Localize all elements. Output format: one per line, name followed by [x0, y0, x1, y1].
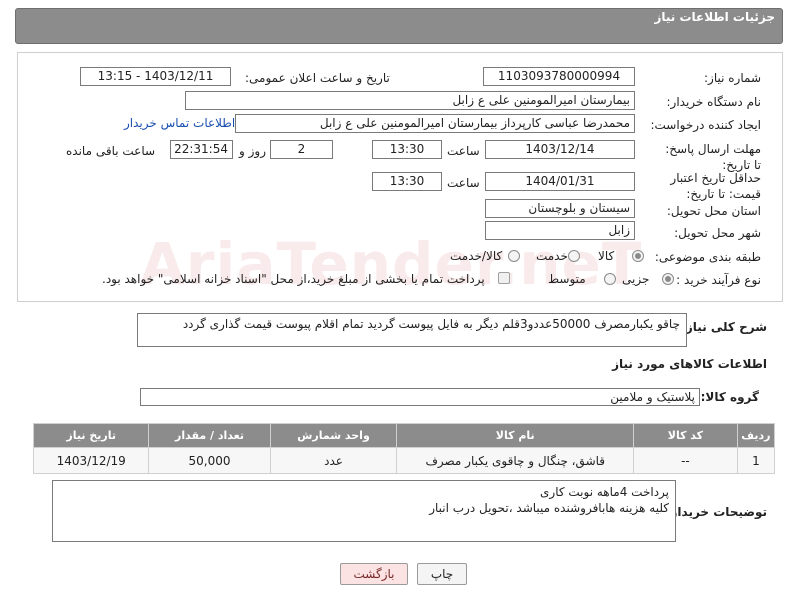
items-table: ردیف کد کالا نام کالا واحد شمارش تعداد /… [32, 423, 776, 474]
print-button[interactable]: چاپ [417, 563, 467, 585]
col-row: ردیف [736, 423, 776, 448]
category-both-radio[interactable] [508, 250, 520, 262]
cell-qty: 50,000 [148, 447, 271, 474]
page-title: جزئیات اطلاعات نیاز [654, 10, 775, 24]
buyer-notes-line-2: کلیه هزینه هابافروشنده میباشد ،تحویل درب… [429, 501, 669, 515]
remaining-label: ساعت باقی مانده [66, 144, 156, 158]
treasury-payment-note: پرداخت تمام یا بخشی از مبلغ خرید،از محل … [102, 272, 485, 286]
treasury-payment-checkbox[interactable] [498, 272, 510, 284]
city-label: شهر محل تحویل: [674, 226, 761, 240]
buyer-notes-line-1: پرداخت 4ماهه نوبت کاری [540, 485, 669, 499]
cell-code: -- [633, 447, 738, 474]
need-number-field: 1103093780000994 [483, 67, 635, 86]
contact-info-link[interactable]: اطلاعات تماس خریدار [124, 116, 235, 130]
creator-label: ایجاد کننده درخواست: [650, 118, 761, 132]
col-qty: تعداد / مقدار [148, 423, 271, 448]
goods-group-field: پلاستیک و ملامین [140, 388, 700, 406]
category-goods-radio[interactable] [632, 250, 644, 262]
process-minor-label: جزیی [622, 272, 650, 286]
col-code: کد کالا [633, 423, 738, 448]
validity-time-field: 13:30 [372, 172, 442, 191]
creator-field: محمدرضا عباسی کارپرداز بیمارستان امیرالم… [235, 114, 635, 133]
process-minor-radio[interactable] [662, 273, 674, 285]
category-service-label: خدمت [536, 249, 568, 263]
validity-label: حداقل تاریخ اعتبار قیمت: تا تاریخ: [670, 171, 761, 201]
deadline-date-field: 1403/12/14 [485, 140, 635, 159]
goods-info-title: اطلاعات کالاهای مورد نیاز [612, 357, 767, 371]
city-field: زابل [485, 221, 635, 240]
category-label: طبقه بندی موضوعی: [654, 250, 761, 264]
province-field: سیستان و بلوچستان [485, 199, 635, 218]
cell-name: قاشق، چنگال و چاقوی یکبار مصرف [396, 447, 634, 474]
announce-field: 1403/12/11 - 13:15 [80, 67, 231, 86]
process-label: نوع فرآیند خرید : [676, 273, 761, 287]
description-label: شرح کلی نیاز: [681, 320, 767, 334]
process-medium-radio[interactable] [604, 273, 616, 285]
deadline-time-field: 13:30 [372, 140, 442, 159]
table-header-row: ردیف کد کالا نام کالا واحد شمارش تعداد /… [32, 423, 776, 448]
table-row[interactable]: 1 -- قاشق، چنگال و چاقوی یکبار مصرف عدد … [32, 447, 776, 474]
goods-group-label: گروه کالا: [700, 390, 759, 404]
col-date: تاریخ نیاز [32, 423, 150, 448]
need-number-label: شماره نیاز: [704, 71, 761, 85]
col-name: نام کالا [396, 423, 634, 448]
remaining-time-field: 22:31:54 [170, 140, 233, 159]
process-medium-label: متوسط [548, 272, 586, 286]
validity-date-field: 1404/01/31 [485, 172, 635, 191]
category-goods-label: کالا [598, 249, 615, 263]
days-label: روز و [239, 144, 266, 158]
col-unit: واحد شمارش [269, 423, 398, 448]
validity-time-label: ساعت [447, 176, 480, 190]
cell-date: 1403/12/19 [32, 447, 150, 474]
days-field: 2 [270, 140, 333, 159]
announce-label: تاریخ و ساعت اعلان عمومی: [245, 71, 390, 85]
buyer-notes-label: توضیحات خریدار: [665, 505, 767, 519]
deadline-label: مهلت ارسال پاسخ: تا تاریخ: [665, 142, 761, 172]
buyer-org-field: بیمارستان امیرالمومنین علی ع زابل [185, 91, 635, 110]
watermark-logo: AriaTender.neT [140, 230, 643, 298]
cell-row: 1 [736, 447, 776, 474]
province-label: استان محل تحویل: [666, 204, 761, 218]
buyer-org-label: نام دستگاه خریدار: [666, 95, 762, 109]
category-service-radio[interactable] [568, 250, 580, 262]
cell-unit: عدد [269, 447, 398, 474]
buyer-notes-textarea[interactable]: پرداخت 4ماهه نوبت کاری کلیه هزینه هابافر… [52, 480, 676, 542]
description-textarea[interactable]: چاقو یکبارمصرف 50000عددو3قلم دیگر به فای… [137, 313, 687, 347]
deadline-time-label: ساعت [447, 144, 480, 158]
back-button[interactable]: بازگشت [340, 563, 408, 585]
category-both-label: کالا/خدمت [450, 249, 503, 263]
